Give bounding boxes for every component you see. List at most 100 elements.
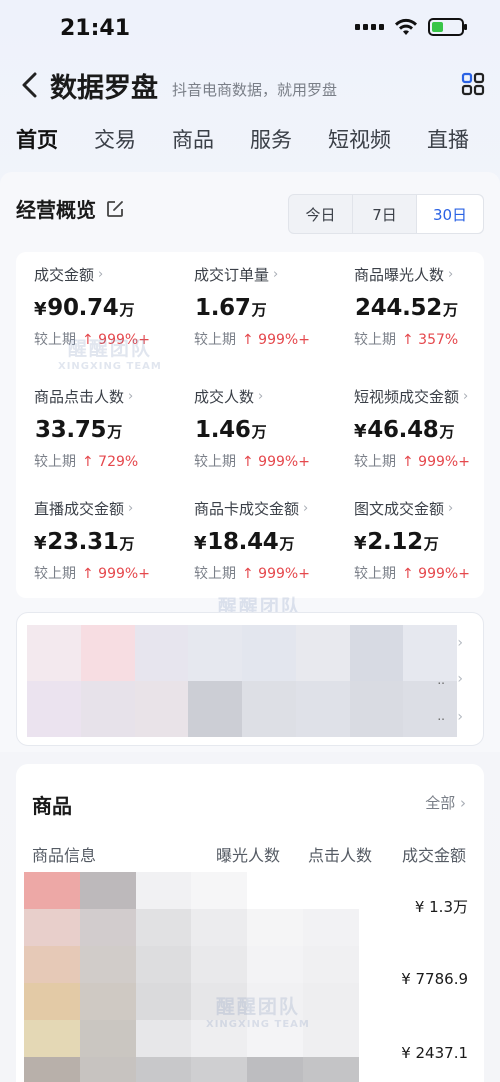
tab-short-video[interactable]: 短视频 [328, 124, 391, 164]
page-title: 数据罗盘 [50, 72, 158, 104]
chevron-right-icon: › [463, 389, 469, 404]
chevron-right-icon: › [448, 267, 454, 282]
metric-number: 18.44 [207, 529, 279, 555]
compare-label: 较上期 [354, 454, 396, 470]
page-subtitle: 抖音电商数据，就用罗盘 [172, 80, 338, 99]
metric-card[interactable]: 成交订单量 › 1.67万 较上期 ↑ 999%+ [194, 264, 350, 376]
change-value: ↑ 999%+ [402, 566, 470, 582]
view-all-link[interactable]: 全部 › [425, 792, 466, 813]
change-value: ↑ 729% [82, 454, 139, 470]
metric-compare: 较上期 ↑ 999%+ [354, 563, 500, 583]
metric-compare: 较上期 ↑ 999%+ [34, 563, 190, 583]
metric-value: ¥2.12万 [354, 529, 500, 555]
metric-label-text: 商品卡成交金额 [194, 500, 300, 518]
change-value: ↑ 357% [402, 332, 459, 348]
metric-card[interactable]: 图文成交金额 › ¥2.12万 较上期 ↑ 999%+ [354, 498, 500, 610]
currency-symbol: ¥ [354, 533, 367, 554]
range-30d[interactable]: 30日 [417, 195, 483, 233]
watermark-cn: 醒醒团队 [67, 338, 152, 360]
overview-header: 经营概览 [16, 194, 124, 223]
watermark-cn: 醒醒团队 [215, 996, 300, 1018]
status-time: 21:41 [60, 16, 131, 41]
metric-number: 244.52 [355, 295, 442, 321]
chevron-right-icon: › [98, 267, 104, 282]
column-header-amount[interactable]: 成交金额 [402, 842, 466, 866]
compare-label: 较上期 [194, 566, 236, 582]
column-header-exposure[interactable]: 曝光人数 [216, 842, 280, 866]
metric-unit: 万 [107, 423, 122, 441]
metric-unit: 万 [251, 301, 267, 319]
date-range-selector: 今日 7日 30日 [288, 194, 484, 234]
metric-unit: 万 [279, 535, 295, 553]
compare-label: 较上期 [354, 566, 396, 582]
watermark-en: XINGXING TEAM [206, 1019, 310, 1030]
wifi-icon [395, 18, 417, 35]
ellipsis-text: .. [437, 673, 445, 687]
metric-card[interactable]: 直播成交金额 › ¥23.31万 较上期 ↑ 999%+ [34, 498, 190, 610]
change-value: ↑ 999%+ [402, 454, 470, 470]
metric-label-text: 成交人数 [194, 388, 255, 406]
back-icon[interactable] [12, 67, 48, 103]
metric-label: 成交人数 › [194, 386, 350, 407]
metric-value: 1.46万 [194, 417, 350, 443]
metric-card[interactable]: 商品点击人数 › 33.75万 较上期 ↑ 729% [34, 386, 190, 498]
compare-label: 较上期 [34, 566, 76, 582]
metric-label: 图文成交金额 › [354, 498, 500, 519]
signal-icon [355, 24, 384, 30]
grid-icon[interactable] [460, 71, 486, 97]
edit-icon[interactable] [106, 200, 124, 218]
metric-number: 1.46 [195, 417, 251, 443]
metric-unit: 万 [423, 535, 439, 553]
metric-label-text: 商品点击人数 [34, 388, 125, 406]
metric-number: 1.67 [195, 295, 251, 321]
change-value: ↑ 999%+ [242, 566, 310, 582]
change-value: ↑ 999%+ [82, 566, 150, 582]
metric-number: 23.31 [47, 529, 119, 555]
currency-symbol: ¥ [194, 533, 207, 554]
tab-products[interactable]: 商品 [172, 124, 214, 164]
metric-label-text: 短视频成交金额 [354, 388, 460, 406]
battery-icon [428, 18, 467, 36]
metric-value: ¥90.74万 [34, 295, 190, 321]
column-header-clicks[interactable]: 点击人数 [308, 842, 372, 866]
chevron-right-icon: › [448, 501, 454, 516]
metric-label: 直播成交金额 › [34, 498, 190, 519]
tab-bar: 首页 交易 商品 服务 短视频 直播 [0, 124, 500, 164]
watermark: 醒醒团队 XINGXING TEAM [206, 992, 310, 1030]
currency-symbol: ¥ [354, 421, 367, 442]
metric-label-text: 商品曝光人数 [354, 266, 445, 284]
metric-number: 90.74 [47, 295, 119, 321]
tab-service[interactable]: 服务 [250, 124, 292, 164]
blurred-content-card[interactable]: .. .. › › › [16, 612, 484, 746]
products-title: 商品 [32, 794, 72, 818]
chevron-right-icon: › [457, 671, 463, 687]
ellipsis-text: .. [437, 709, 445, 723]
metric-compare: 较上期 ↑ 357% [354, 329, 500, 349]
watermark: 醒醒团队 XINGXING TEAM [58, 334, 162, 372]
compare-label: 较上期 [194, 454, 236, 470]
compare-label: 较上期 [354, 332, 396, 348]
metric-number: 33.75 [35, 417, 107, 443]
view-all-label: 全部 [425, 794, 456, 812]
range-7d[interactable]: 7日 [353, 195, 417, 233]
products-card: 商品 全部 › 商品信息 曝光人数 点击人数 成交金额 ¥ 1.3万 ¥ 778… [16, 764, 484, 1082]
metric-number: 46.48 [367, 417, 439, 443]
watermark-en: XINGXING TEAM [58, 361, 162, 372]
tab-trade[interactable]: 交易 [94, 124, 136, 164]
column-header-product-info[interactable]: 商品信息 [32, 842, 96, 866]
blurred-product-list [24, 872, 359, 1082]
product-amount: ¥ 7786.9 [401, 970, 468, 988]
metric-unit: 万 [119, 535, 135, 553]
range-today[interactable]: 今日 [289, 195, 353, 233]
metric-number: 2.12 [367, 529, 423, 555]
metric-card[interactable]: 成交人数 › 1.46万 较上期 ↑ 999%+ [194, 386, 350, 498]
metric-compare: 较上期 ↑ 999%+ [354, 451, 500, 471]
metric-card[interactable]: 商品曝光人数 › 244.52万 较上期 ↑ 357% [354, 264, 500, 376]
chevron-right-icon: › [128, 501, 134, 516]
tab-live[interactable]: 直播 [427, 124, 469, 164]
metric-value: ¥23.31万 [34, 529, 190, 555]
chevron-right-icon: › [457, 635, 463, 651]
tab-home[interactable]: 首页 [16, 124, 58, 164]
metric-value: ¥46.48万 [354, 417, 500, 443]
metric-card[interactable]: 短视频成交金额 › ¥46.48万 较上期 ↑ 999%+ [354, 386, 500, 498]
